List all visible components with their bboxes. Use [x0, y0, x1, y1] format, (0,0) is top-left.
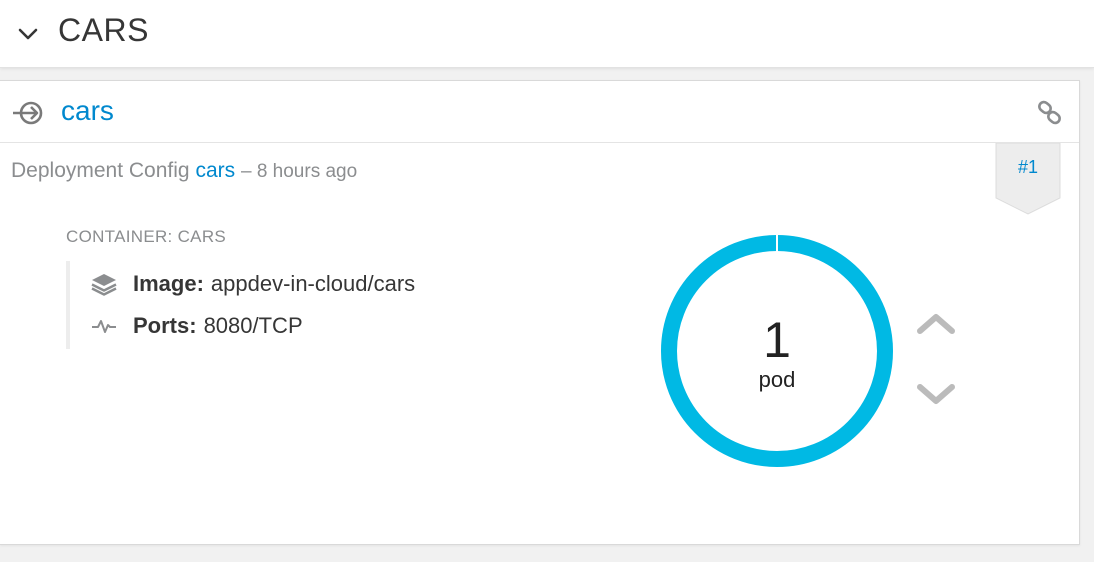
layers-icon	[91, 274, 117, 296]
image-row: Image: appdev-in-cloud/cars	[90, 269, 415, 299]
ports-row: Ports: 8080/TCP	[90, 311, 303, 341]
scale-up-button[interactable]	[914, 307, 958, 339]
container-details: Image: appdev-in-cloud/cars Ports: 8080/…	[66, 261, 506, 349]
image-value: appdev-in-cloud/cars	[210, 271, 416, 296]
deployment-age: – 8 hours ago	[240, 161, 358, 182]
chevron-down-icon	[18, 28, 38, 40]
project-header: CARS	[0, 0, 1094, 68]
app-title: CARS	[58, 12, 149, 48]
link-icon[interactable]	[1037, 100, 1063, 126]
deployment-config-line: Deployment Config cars – 8 hours ago	[11, 159, 357, 183]
deployment-number-badge[interactable]: #1	[995, 143, 1061, 215]
deployment-config-link[interactable]: cars	[195, 159, 235, 182]
ports-label: Ports:	[133, 313, 197, 338]
deployment-number: #1	[1017, 157, 1039, 177]
pulse-icon	[92, 320, 116, 333]
image-label: Image:	[133, 271, 204, 296]
ports-value: 8080/TCP	[203, 313, 303, 338]
badge-ribbon-shape	[995, 143, 1061, 215]
service-icon	[13, 101, 43, 125]
pod-label: pod	[758, 367, 796, 392]
container-label: CONTAINER: CARS	[66, 227, 227, 246]
pod-count: 1	[763, 312, 791, 368]
service-header: cars	[0, 81, 1079, 143]
scale-down-button[interactable]	[914, 379, 958, 411]
chevron-up-icon	[917, 314, 955, 334]
service-name-link[interactable]: cars	[61, 95, 114, 127]
deployment-config-prefix: Deployment Config	[11, 159, 190, 182]
service-card: cars Deployment Config cars – 8 hours ag…	[0, 80, 1080, 545]
collapse-toggle[interactable]	[14, 20, 42, 48]
chevron-down-icon	[917, 384, 955, 404]
